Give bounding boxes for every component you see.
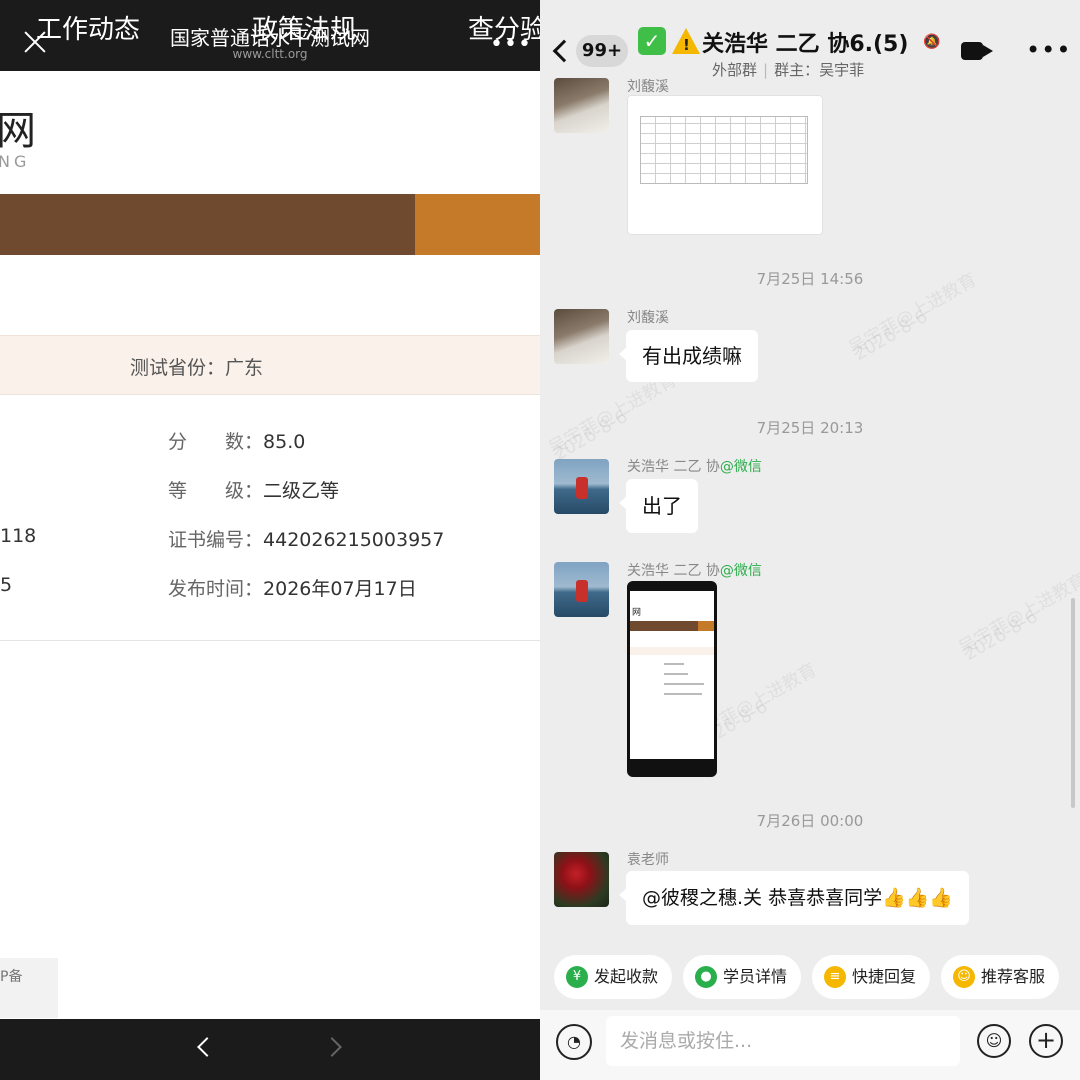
sender-name: 关浩华 二乙 协@微信 (627, 563, 762, 579)
browser-bottom-bar (0, 1019, 540, 1080)
thumb-logo: 网 (632, 608, 642, 618)
province-band (0, 335, 540, 395)
icp-footer: P备 (0, 958, 58, 1018)
emoji-icon[interactable]: ☺ (977, 1024, 1011, 1058)
chat-icon: ≡ (824, 966, 846, 988)
date-value: 2026年07月17日 (263, 578, 417, 600)
cert-value: 442026215003957 (263, 529, 445, 551)
avatar[interactable] (554, 459, 609, 514)
group-tag: 外部群 (712, 61, 758, 79)
level-value: 二级乙等 (263, 480, 340, 502)
left-cut-value-2: 5 (0, 574, 13, 596)
province-value: 广东 (225, 357, 264, 379)
quick-action-recommend-service[interactable]: ☺ 推荐客服 (941, 955, 1060, 999)
nav-item-work-news[interactable]: 工作动态 (36, 0, 140, 61)
chat-title: 关浩华 二乙 协6.(5) (702, 32, 909, 57)
wechat-source: @微信 (719, 459, 762, 475)
cert-row: 证书编号：442026215003957 (168, 525, 444, 552)
level-row: 等 级：二级乙等 (168, 476, 339, 503)
sender-name: 袁老师 (627, 852, 669, 868)
nav-item-policy[interactable]: 政策法规 (252, 0, 356, 61)
message-input-bar: ◔ ☺ + (540, 1010, 1080, 1080)
avatar[interactable] (554, 309, 609, 364)
message-input[interactable] (606, 1016, 960, 1066)
yen-icon: ¥ (566, 966, 588, 988)
scrollbar[interactable] (1071, 598, 1075, 808)
left-cut-value-1: 118 (0, 525, 37, 547)
user-icon: ● (695, 966, 717, 988)
nav-item-score-check[interactable]: 查分验 (468, 0, 540, 61)
group-owner: 群主：吴宇菲 (774, 61, 865, 79)
plus-icon[interactable]: + (1029, 1024, 1063, 1058)
score-query-webpage: 国家普通话水平测试网 www.cltt.org ••• 网 NG 工作动态 政策… (0, 0, 540, 1080)
site-logo-text: 网 (0, 108, 36, 154)
message-bubble[interactable]: @彼稷之穗.关 恭喜恭喜同学👍👍👍 (618, 871, 970, 925)
wechat-source: @微信 (719, 563, 762, 579)
site-logo-subtext: NG (0, 152, 31, 171)
timestamp: 7月25日 14:56 (756, 270, 864, 288)
avatar[interactable] (554, 78, 609, 133)
chat-header: 99+ ✓ ! 关浩华 二乙 协6.(5) 🔕 外部群 | 群主：吴宇菲 ••• (540, 0, 1080, 86)
result-divider (0, 640, 540, 641)
avatar[interactable] (554, 562, 609, 617)
date-row: 发布时间：2026年07月17日 (168, 574, 417, 601)
check-mark-icon: ✓ (638, 27, 666, 55)
mute-bell-icon: 🔕 (923, 34, 941, 50)
chat-window: 吴宇菲@上进教育 2026-8-6 吴宇菲@上进教育 2026-8-6 吴宇菲@… (540, 0, 1080, 1080)
video-call-icon[interactable] (961, 42, 983, 60)
province-label: 测试省份： (130, 357, 226, 379)
back-icon[interactable] (552, 39, 576, 63)
sender-name: 关浩华 二乙 协@微信 (627, 459, 762, 475)
message-bubble[interactable]: 出了 (619, 479, 698, 533)
more-options-icon[interactable]: ••• (1026, 36, 1071, 64)
smile-icon: ☺ (953, 966, 975, 988)
timestamp: 7月26日 00:00 (756, 812, 864, 830)
timestamp: 7月25日 20:13 (756, 419, 864, 437)
level-label: 等 级： (168, 480, 264, 502)
nav-active-highlight (415, 194, 540, 255)
score-label: 分 数： (168, 431, 264, 453)
message-bubble[interactable]: 有出成绩嘛 (619, 330, 758, 382)
date-label: 发布时间： (168, 578, 264, 600)
score-row: 分 数：85.0 (168, 427, 305, 454)
quick-action-collect-payment[interactable]: ¥ 发起收款 (554, 955, 673, 999)
province-row: 测试省份：广东 (130, 353, 263, 380)
screenshot-root: 国家普通话水平测试网 www.cltt.org ••• 网 NG 工作动态 政策… (0, 0, 1080, 1080)
sender-name: 刘馥溪 (627, 310, 669, 326)
sender-name: 刘馥溪 (627, 79, 669, 95)
cert-label: 证书编号： (168, 529, 264, 551)
screenshot-thumbnail: 网 (630, 591, 714, 759)
chat-subtitle: 外部群 | 群主：吴宇菲 (712, 61, 865, 79)
score-value: 85.0 (263, 431, 306, 453)
table-thumbnail (640, 116, 808, 184)
quick-action-bar: ¥ 发起收款 ● 学员详情 ≡ 快捷回复 ☺ 推荐客服 (540, 945, 1080, 1011)
screenshot-image-message[interactable]: 网 (627, 581, 717, 777)
table-image-message[interactable] (627, 95, 823, 235)
unread-badge[interactable]: 99+ (576, 35, 628, 67)
quick-action-student-details[interactable]: ● 学员详情 (683, 955, 802, 999)
voice-input-icon[interactable]: ◔ (556, 1024, 592, 1060)
quick-action-quick-reply[interactable]: ≡ 快捷回复 (812, 955, 931, 999)
avatar[interactable] (554, 852, 609, 907)
